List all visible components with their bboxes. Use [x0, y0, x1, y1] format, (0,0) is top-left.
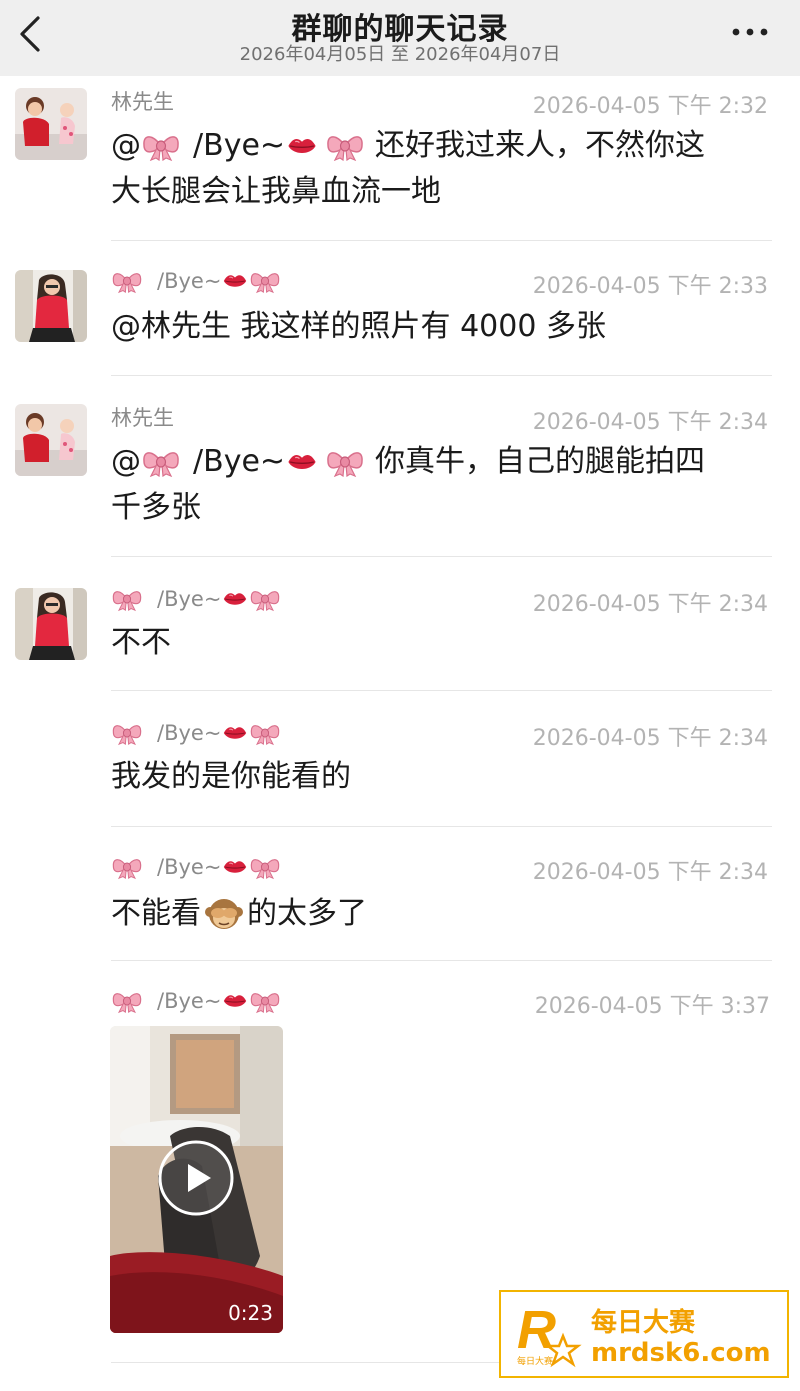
mention-at: @: [111, 127, 141, 163]
sender-name: 林先生: [111, 406, 174, 430]
sender-name: /Bye~: [111, 584, 281, 614]
bow-icon: [111, 586, 143, 612]
sender-name: /Bye~: [111, 718, 281, 748]
divider: [111, 240, 772, 241]
avatar[interactable]: [15, 270, 87, 342]
lips-icon: [221, 989, 249, 1013]
see-no-evil-monkey-icon: [205, 898, 243, 929]
message-time: 2026-04-05 下午 2:34: [532, 410, 768, 435]
message-time: 2026-04-05 下午 2:34: [532, 860, 768, 885]
bow-icon: [249, 720, 281, 746]
bow-icon: [111, 988, 143, 1014]
message-text-line: 大长腿会让我鼻血流一地: [111, 173, 441, 209]
bow-icon: [111, 268, 143, 294]
message-time: 2026-04-05 下午 2:34: [532, 726, 768, 751]
mention-at: @: [111, 443, 141, 479]
bow-icon: [325, 447, 365, 477]
message-time: 2026-04-05 下午 2:34: [532, 592, 768, 617]
svg-text:R: R: [517, 1300, 556, 1360]
lips-icon: [221, 855, 249, 879]
watermark-url: mrdsk6.com: [591, 1338, 771, 1368]
bow-icon: [325, 131, 365, 161]
watermark: R 每日大赛 每日大赛 mrdsk6.com: [499, 1290, 789, 1378]
sender-name: /Bye~: [111, 986, 281, 1016]
sender-name: 林先生: [111, 90, 174, 114]
message-text: 我发的是你能看的: [111, 759, 351, 794]
mention-name: /Bye~: [193, 443, 286, 479]
sender-name: /Bye~: [111, 852, 281, 882]
play-icon[interactable]: [156, 1138, 236, 1218]
message-text-line: 你真牛，自己的腿能拍四: [375, 443, 706, 479]
video-duration: 0:23: [228, 1301, 273, 1325]
avatar[interactable]: [15, 588, 87, 660]
top-bar: 群聊的聊天记录 2026年04月05日 至 2026年04月07日: [0, 0, 800, 76]
watermark-logo: R 每日大赛: [517, 1300, 582, 1368]
video-message[interactable]: 0:23: [110, 1026, 283, 1333]
lips-icon: [285, 132, 319, 160]
message-text-line: 千多张: [111, 489, 201, 525]
message-text: 不能看 的太多了: [111, 895, 367, 931]
bow-icon: [249, 268, 281, 294]
lips-icon: [221, 721, 249, 745]
more-button[interactable]: [728, 18, 772, 46]
divider: [111, 690, 772, 691]
divider: [111, 556, 772, 557]
bow-icon: [111, 854, 143, 880]
bow-icon: [249, 586, 281, 612]
divider: [111, 826, 772, 827]
bow-icon: [141, 447, 181, 477]
lips-icon: [285, 448, 319, 476]
mention-name: /Bye~: [193, 127, 286, 163]
watermark-name: 每日大赛: [591, 1308, 696, 1338]
date-range: 2026年04月05日 至 2026年04月07日: [239, 44, 561, 65]
divider: [111, 375, 772, 376]
sender-name: /Bye~: [111, 266, 281, 296]
message-text: @林先生 我这样的照片有 4000 多张: [111, 309, 606, 344]
message-text: @ /Bye~ 还好我过来人，不然你这 大长腿会让我鼻血流一地: [111, 122, 761, 215]
divider: [111, 960, 772, 961]
bow-icon: [249, 854, 281, 880]
message-text: @ /Bye~ 你真牛，自己的腿能拍四 千多张: [111, 438, 761, 531]
bow-icon: [249, 988, 281, 1014]
bow-icon: [141, 131, 181, 161]
avatar[interactable]: [15, 88, 87, 160]
lips-icon: [221, 587, 249, 611]
message-text-line: 还好我过来人，不然你这: [375, 127, 706, 163]
svg-text:每日大赛: 每日大赛: [517, 1355, 553, 1367]
message-time: 2026-04-05 下午 3:37: [534, 994, 770, 1019]
bow-icon: [111, 720, 143, 746]
message-time: 2026-04-05 下午 2:33: [532, 274, 768, 299]
more-dots-icon: [732, 28, 768, 36]
avatar[interactable]: [15, 404, 87, 476]
message-text: 不不: [111, 625, 171, 660]
message-time: 2026-04-05 下午 2:32: [532, 94, 768, 119]
lips-icon: [221, 269, 249, 293]
